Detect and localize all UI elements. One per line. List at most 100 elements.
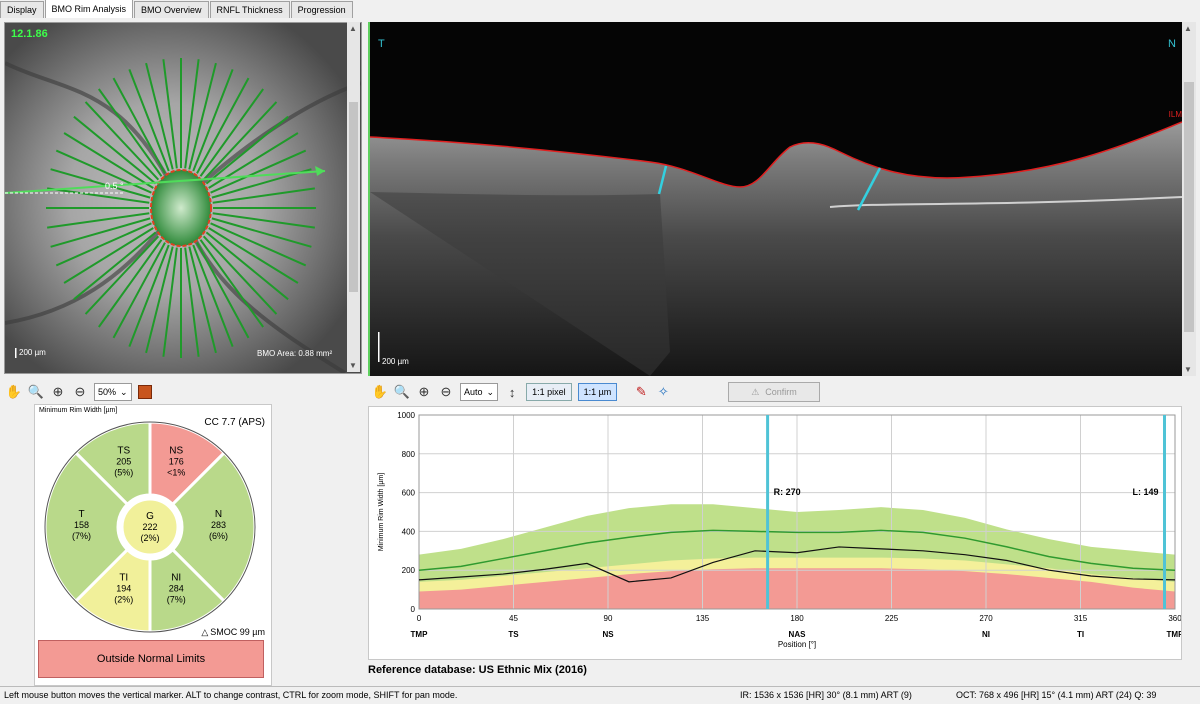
x-tick-label: 135: [696, 614, 710, 623]
sector-text: 194: [116, 583, 131, 593]
sector-text: <1%: [167, 468, 185, 478]
zoom-in-icon[interactable]: ⊕: [50, 384, 66, 400]
x-tick-label: 225: [885, 614, 899, 623]
y-tick-label: 200: [402, 566, 416, 575]
confirm-button[interactable]: ⚠ Confirm: [728, 382, 820, 402]
marker-tool-icon[interactable]: ✧: [655, 384, 671, 400]
pan-hand-icon[interactable]: ✋: [372, 384, 388, 400]
bmo-area-label: BMO Area: 0.88 mm²: [257, 349, 333, 358]
scroll-up-icon[interactable]: ▲: [349, 24, 357, 33]
tab-rnfl-thickness[interactable]: RNFL Thickness: [209, 1, 290, 18]
tab-progression[interactable]: Progression: [290, 1, 353, 18]
sector-text: (2%): [140, 533, 159, 543]
rim-width-graph[interactable]: 0 45 90 135 180 225 270 315 360 0 200 400 600 800 1000…: [368, 406, 1184, 660]
sector-axis-label: NI: [982, 630, 990, 639]
zoom-select[interactable]: 50% ⌄: [94, 383, 132, 401]
wheel-title: Minimum Rim Width [µm]: [39, 407, 118, 414]
one-to-one-pixel-button[interactable]: 1:1 pixel: [526, 383, 572, 401]
status-oct: OCT: 768 x 496 [HR] 15° (4.1 mm) ART (24…: [956, 690, 1157, 700]
sector-text: 284: [169, 583, 184, 593]
auto-value: Auto: [464, 387, 483, 397]
tab-bmo-overview[interactable]: BMO Overview: [134, 1, 209, 18]
sector-text: N: [215, 509, 222, 520]
y-tick-label: 1000: [397, 411, 415, 420]
x-tick-label: 90: [604, 614, 613, 623]
sector-axis-label: TS: [508, 630, 519, 639]
sector-text: G: [146, 511, 154, 522]
sector-text: 176: [169, 457, 184, 467]
zoom-icon[interactable]: 🔍: [394, 384, 410, 400]
scroll-down-icon[interactable]: ▼: [349, 361, 357, 370]
x-tick-label: 315: [1074, 614, 1088, 623]
pan-hand-icon[interactable]: ✋: [6, 384, 22, 400]
x-tick-label: 180: [790, 614, 804, 623]
sector-axis-label: NS: [602, 630, 614, 639]
x-tick-label: 360: [1168, 614, 1181, 623]
chevron-down-icon: ⌄: [486, 387, 495, 397]
status-hint: Left mouse button moves the vertical mar…: [4, 690, 458, 700]
rim-width-wheel: TS205(5%)NS176<1%N283(6%)NI284(7%)TI194(…: [43, 420, 257, 634]
fundus-image[interactable]: 12.1.86 0.5 ° 200 µm BMO Area: 0.88 mm²: [4, 22, 362, 374]
x-tick-label: 0: [417, 614, 422, 623]
x-axis-label: Position [°]: [778, 640, 816, 649]
confirm-label: Confirm: [765, 387, 797, 397]
fundus-badge: 12.1.86: [11, 28, 48, 40]
zoom-out-icon[interactable]: ⊖: [72, 384, 88, 400]
sector-text: TS: [117, 446, 130, 457]
zoom-icon[interactable]: 🔍: [28, 384, 44, 400]
bscan-scroll-thumb[interactable]: [1184, 82, 1194, 332]
sector-text: NS: [169, 446, 183, 457]
classification-bar: Outside Normal Limits: [38, 640, 264, 678]
y-tick-label: 0: [411, 605, 416, 614]
marker-label: L: 149: [1132, 487, 1158, 497]
vertical-range-icon[interactable]: ↕: [504, 384, 520, 400]
angle-label: 0.5 °: [105, 181, 124, 191]
nasal-label: N: [1168, 38, 1176, 50]
edit-segmentation-icon[interactable]: ✎: [633, 384, 649, 400]
y-tick-label: 400: [402, 527, 416, 536]
y-axis-label: Minimum Rim Width [µm]: [378, 473, 385, 551]
ilm-label: ILM: [1168, 110, 1182, 119]
sector-text: (5%): [114, 468, 133, 478]
fundus-scale-label: 200 µm: [19, 348, 46, 357]
sector-axis-label: NAS: [789, 630, 807, 639]
bscan-scrollbar[interactable]: ▲ ▼: [1182, 22, 1196, 376]
fundus-scrollbar[interactable]: ▲ ▼: [347, 22, 360, 372]
one-to-one-um-button[interactable]: 1:1 µm: [577, 383, 618, 401]
x-tick-label: 45: [509, 614, 518, 623]
sector-text: (6%): [209, 531, 228, 541]
marker-label: R: 270: [774, 487, 801, 497]
bscan-toolbar: ✋ 🔍 ⊕ ⊖ Auto ⌄ ↕ 1:1 pixel 1:1 µm ✎ ✧: [372, 382, 671, 402]
sector-axis-label: TI: [1077, 630, 1084, 639]
tab-display[interactable]: Display: [0, 1, 44, 18]
status-bar: Left mouse button moves the vertical mar…: [0, 686, 1200, 704]
sector-text: T: [78, 509, 84, 520]
sector-text: 222: [142, 522, 157, 532]
zoom-in-icon[interactable]: ⊕: [416, 384, 432, 400]
sector-axis-label: TMP: [411, 630, 429, 639]
sector-text: (7%): [72, 531, 91, 541]
sector-text: (7%): [167, 594, 186, 604]
sector-text: NI: [171, 572, 181, 583]
fundus-scroll-thumb[interactable]: [349, 102, 358, 292]
fundus-toolbar: ✋ 🔍 ⊕ ⊖ 50% ⌄: [6, 382, 152, 402]
auto-select[interactable]: Auto ⌄: [460, 383, 499, 401]
fundus-canvas: [5, 23, 361, 373]
sector-axis-label: TMP: [1167, 630, 1181, 639]
tab-bmo-rim-analysis[interactable]: BMO Rim Analysis: [44, 0, 134, 18]
scroll-up-icon[interactable]: ▲: [1184, 24, 1192, 33]
scroll-down-icon[interactable]: ▼: [1184, 365, 1192, 374]
bscan-canvas: [370, 121, 1182, 376]
reference-database-label: Reference database: US Ethnic Mix (2016): [368, 664, 587, 676]
zoom-value: 50%: [98, 387, 117, 397]
y-tick-label: 600: [402, 489, 416, 498]
chevron-down-icon: ⌄: [120, 387, 128, 397]
sector-text: 283: [211, 520, 226, 530]
sector-text: 158: [74, 520, 89, 530]
overlay-toggle-icon[interactable]: [137, 385, 152, 399]
status-ir: IR: 1536 x 1536 [HR] 30° (8.1 mm) ART (9…: [740, 690, 912, 700]
tab-bar: Display BMO Rim Analysis BMO Overview RN…: [0, 0, 1200, 18]
zoom-out-icon[interactable]: ⊖: [438, 384, 454, 400]
bscan-image[interactable]: T N ILM 200 µm: [368, 22, 1182, 376]
y-tick-label: 800: [402, 450, 416, 459]
